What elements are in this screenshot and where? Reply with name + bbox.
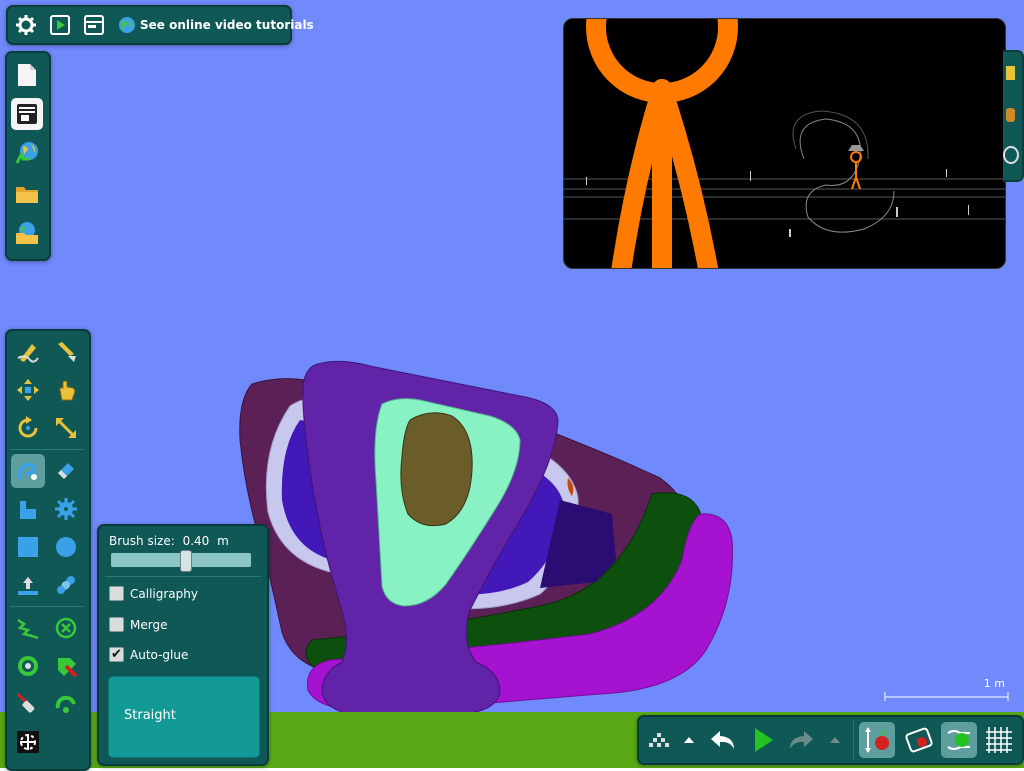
gear-icon[interactable] [10, 9, 42, 41]
air-friction-icon[interactable] [901, 722, 937, 758]
zoom-icon[interactable] [1003, 146, 1019, 164]
calligraphy-checkbox[interactable]: Calligraphy [109, 586, 198, 601]
camera-preview[interactable] [563, 18, 1006, 269]
sketch-icon[interactable] [12, 336, 44, 368]
axle-icon[interactable] [12, 650, 44, 682]
circle-icon[interactable] [50, 531, 82, 563]
brush-size-unit: m [217, 534, 229, 548]
video-tutorials-label: See online video tutorials [140, 18, 314, 32]
brush-size-label: Brush size: [109, 534, 175, 548]
scale-bar-line [884, 692, 1009, 701]
redo-icon[interactable] [785, 724, 817, 756]
zoom-to-fit-icon[interactable] [643, 724, 675, 756]
auto-glue-checkbox-box[interactable]: ✔ [109, 647, 124, 662]
polygon-icon[interactable] [12, 493, 44, 525]
merge-checkbox[interactable]: Merge [109, 617, 167, 632]
collapse-up-icon[interactable] [677, 724, 701, 756]
rotate-icon[interactable] [12, 412, 44, 444]
eraser-icon[interactable] [50, 455, 82, 487]
layout-icon[interactable] [11, 98, 43, 130]
auto-glue-label: Auto-glue [130, 647, 189, 662]
laser-icon[interactable] [12, 688, 44, 720]
straight-label: Straight [124, 708, 176, 723]
cut-icon[interactable] [50, 336, 82, 368]
new-file-icon[interactable] [11, 59, 43, 91]
folder-icon[interactable] [1006, 66, 1015, 80]
brush-size-slider[interactable] [111, 550, 251, 572]
box-icon[interactable] [12, 531, 44, 563]
merge-checkbox-box[interactable] [109, 617, 124, 632]
bottom-toolbar [637, 715, 1024, 765]
gravity-apple-icon[interactable] [859, 722, 895, 758]
calligraphy-checkbox-box[interactable] [109, 586, 124, 601]
calligraphy-label: Calligraphy [130, 586, 198, 601]
auto-glue-checkbox[interactable]: ✔ Auto-glue [109, 647, 188, 662]
open-folder-icon[interactable] [11, 178, 43, 210]
brush-size-value: 0.40 [182, 534, 210, 548]
tool-panel [5, 329, 91, 771]
file-toolbar [5, 51, 51, 261]
spring-icon[interactable] [12, 612, 44, 644]
grid-icon[interactable] [981, 722, 1017, 758]
color-icon[interactable] [1006, 108, 1015, 122]
scale-icon[interactable] [50, 412, 82, 444]
tracer-icon[interactable] [12, 726, 44, 758]
straight-button[interactable]: Straight [108, 676, 260, 758]
drag-icon[interactable] [50, 374, 82, 406]
controller-icon[interactable] [941, 722, 977, 758]
brush-settings-panel: Brush size: 0.40 m Calligraphy Merge ✔ A… [97, 524, 269, 766]
scale-bar: 1 m [884, 677, 1009, 701]
top-toolbar: See online video tutorials [6, 5, 314, 45]
play-scene-icon[interactable] [44, 9, 76, 41]
merge-label: Merge [130, 617, 168, 632]
expand-up-icon[interactable] [823, 724, 847, 756]
export-icon[interactable] [11, 137, 43, 169]
thruster-icon[interactable] [50, 650, 82, 682]
undo-icon[interactable] [707, 724, 739, 756]
brush-size-readout: Brush size: 0.40 m [109, 534, 229, 548]
window-icon[interactable] [78, 9, 110, 41]
preview-scene [564, 19, 1005, 268]
olive-blob[interactable] [400, 412, 473, 527]
brush-size-slider-thumb[interactable] [180, 550, 192, 572]
move-icon[interactable] [12, 374, 44, 406]
play-icon[interactable] [747, 724, 779, 756]
fixate-icon[interactable] [50, 612, 82, 644]
gear-shape-icon[interactable] [50, 493, 82, 525]
hinge-icon[interactable] [50, 688, 82, 720]
brush-icon[interactable] [11, 454, 45, 488]
plane-icon[interactable] [12, 569, 44, 601]
globe-icon [119, 17, 135, 33]
online-scenes-icon[interactable] [11, 217, 43, 249]
video-tutorials-link[interactable]: See online video tutorials [118, 10, 314, 40]
chain-icon[interactable] [50, 569, 82, 601]
right-tool-strip[interactable] [1003, 50, 1024, 182]
